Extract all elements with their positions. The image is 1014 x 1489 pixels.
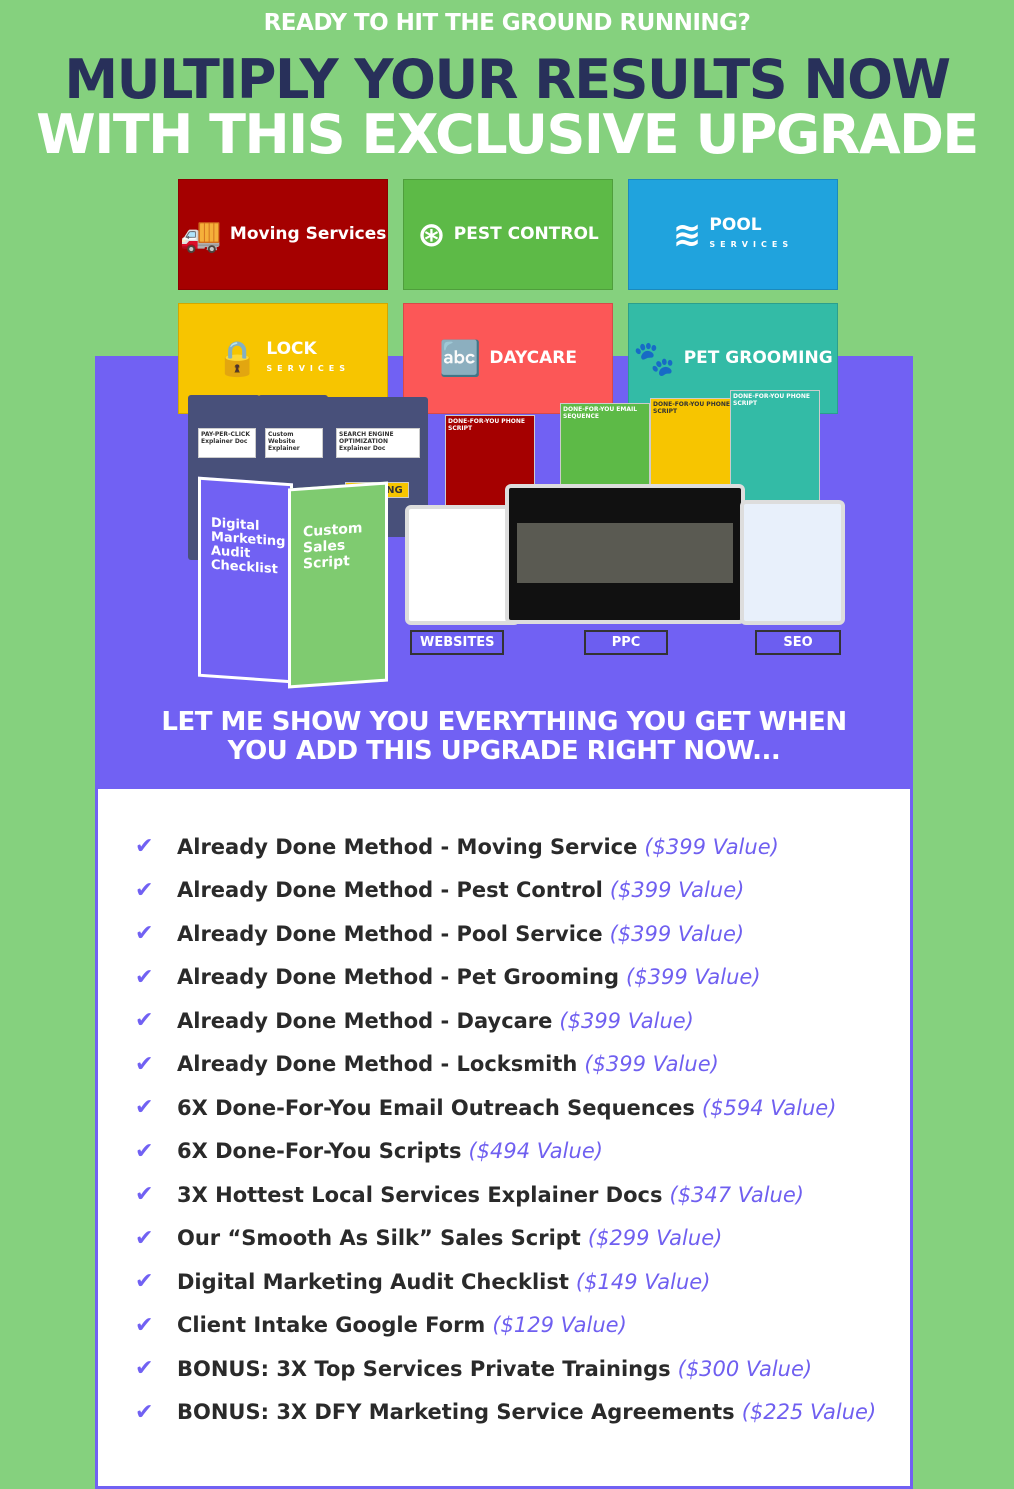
headline-line1: MULTIPLY YOUR RESULTS NOW [64,48,951,111]
headline-line2: WITH THIS EXCLUSIVE UPGRADE [36,103,979,166]
tile-label: DAYCARE [489,348,578,368]
item-value: ($225 Value) [741,1400,877,1425]
item-value: ($494 Value) [468,1139,603,1164]
lock-icon: 🔒 [216,338,259,379]
check-icon: ✔ [135,1182,154,1208]
list-item: ✔ BONUS: 3X Top Services Private Training… [135,1347,876,1391]
check-icon: ✔ [135,1008,154,1034]
audit-checklist-book: Digital Marketing Audit Checklist [198,476,293,684]
item-value: ($129 Value) [492,1313,627,1338]
benefits-list: ✔ Already Done Method - Moving Service ($3… [135,825,876,1434]
tile-swimmer: ≋ POOL SERVICES [628,179,838,290]
item-value: ($399 Value) [609,921,745,946]
cta-line1: LET ME SHOW YOU EVERYTHING YOU GET WHEN [161,707,847,737]
check-icon: ✔ [135,877,154,903]
check-icon: ✔ [135,834,154,860]
item-value: ($399 Value) [644,834,779,859]
bug-icon: ⊛ [417,214,446,255]
list-item: ✔ Digital Marketing Audit Checklist ($149 … [135,1260,876,1304]
item-text: Already Done Method - Daycare [177,1008,553,1033]
phone-script: DONE-FOR-YOU PHONE SCRIPT [650,398,740,488]
item-value: ($594 Value) [701,1095,837,1120]
list-item: ✔ Already Done Method - Pool Service ($399… [135,912,876,956]
list-item: ✔ Already Done Method - Moving Service ($3… [135,825,876,869]
item-value: ($300 Value) [677,1356,813,1381]
item-value: ($299 Value) [587,1226,723,1251]
item-value: ($347 Value) [669,1182,804,1207]
check-icon: ✔ [135,1269,154,1295]
ppc-doc: PAY-PER-CLICK Explainer Doc [198,428,256,458]
check-icon: ✔ [135,921,154,947]
list-item: ✔ 3X Hottest Local Services Explainer Doc… [135,1173,876,1217]
item-value: ($399 Value) [559,1008,694,1033]
item-text: Already Done Method - Locksmith [177,1052,578,1077]
list-item: ✔ Already Done Method - Daycare ($399 Valu… [135,999,876,1043]
check-icon: ✔ [135,1051,154,1077]
item-text: Digital Marketing Audit Checklist [177,1269,569,1294]
item-text: BONUS: 3X Top Services Private Trainings [177,1356,671,1381]
email-sequence: DONE-FOR-YOU EMAIL SEQUENCE [560,403,650,493]
item-value: ($399 Value) [584,1052,719,1077]
sales-script-book: Custom Sales Script [288,481,388,689]
item-text: Client Intake Google Form [177,1313,486,1338]
list-item: ✔ Already Done Method - Pest Control ($399… [135,869,876,913]
item-text: 6X Done-For-You Email Outreach Sequences [177,1095,695,1120]
ppc-label: PPC [584,630,668,655]
cta-heading: LET ME SHOW YOU EVERYTHING YOU GET WHEN … [95,708,913,766]
tile-abc-blocks: 🔤 DAYCARE [403,303,613,414]
item-text: Already Done Method - Pool Service [177,921,603,946]
item-text: 6X Done-For-You Scripts [177,1139,462,1164]
tile-bug: ⊛ PEST CONTROL [403,179,613,290]
check-icon: ✔ [135,1225,154,1251]
pretitle: READY TO HIT THE GROUND RUNNING? [263,10,751,36]
tile-label: Moving Services [229,224,387,244]
paw-icon: 🐾 [633,338,676,379]
item-value: ($399 Value) [626,965,761,990]
check-icon: ✔ [135,1399,154,1425]
check-icon: ✔ [135,1356,154,1382]
seo-doc: SEARCH ENGINE OPTIMIZATION Explainer Doc [336,428,420,458]
website-doc: Custom Website Explainer [265,428,323,458]
item-text: Already Done Method - Pet Grooming [177,965,620,990]
cta-line2: YOU ADD THIS UPGRADE RIGHT NOW... [227,736,781,766]
tile-label: POOL SERVICES [709,214,794,249]
check-icon: ✔ [135,1095,154,1121]
abc-blocks-icon: 🔤 [438,338,482,379]
tile-label: PET GROOMING [683,348,833,368]
list-item: ✔ Our “Smooth As Silk” Sales Script ($299 … [135,1217,876,1261]
item-text: Already Done Method - Moving Service [177,834,638,859]
websites-label: WEBSITES [410,630,505,655]
check-icon: ✔ [135,1312,154,1338]
item-value: ($399 Value) [609,878,745,903]
list-item: ✔ Already Done Method - Pet Grooming ($399… [135,956,876,1000]
truck-icon: 🚚 [179,214,222,255]
list-item: ✔ Client Intake Google Form ($129 Value) [135,1304,876,1348]
item-text: Our “Smooth As Silk” Sales Script [177,1226,581,1251]
list-item: ✔ 6X Done-For-You Email Outreach Sequence… [135,1086,876,1130]
swimmer-icon: ≋ [672,214,702,255]
item-text: Already Done Method - Pest Control [177,878,603,903]
tile-label: PEST CONTROL [453,224,599,244]
list-item: ✔ BONUS: 3X DFY Marketing Service Agreeme… [135,1391,876,1435]
check-icon: ✔ [135,1138,154,1164]
seo-label: SEO [755,630,841,655]
check-icon: ✔ [135,964,154,990]
item-text: 3X Hottest Local Services Explainer Docs [177,1182,663,1207]
tile-label: LOCK SERVICES [266,338,350,373]
tile-truck: 🚚 Moving Services [178,179,388,290]
item-text: BONUS: 3X DFY Marketing Service Agreemen… [177,1400,735,1425]
item-value: ($149 Value) [575,1269,711,1294]
list-item: ✔ Already Done Method - Locksmith ($399 Va… [135,1043,876,1087]
list-item: ✔ 6X Done-For-You Scripts ($494 Value) [135,1130,876,1174]
